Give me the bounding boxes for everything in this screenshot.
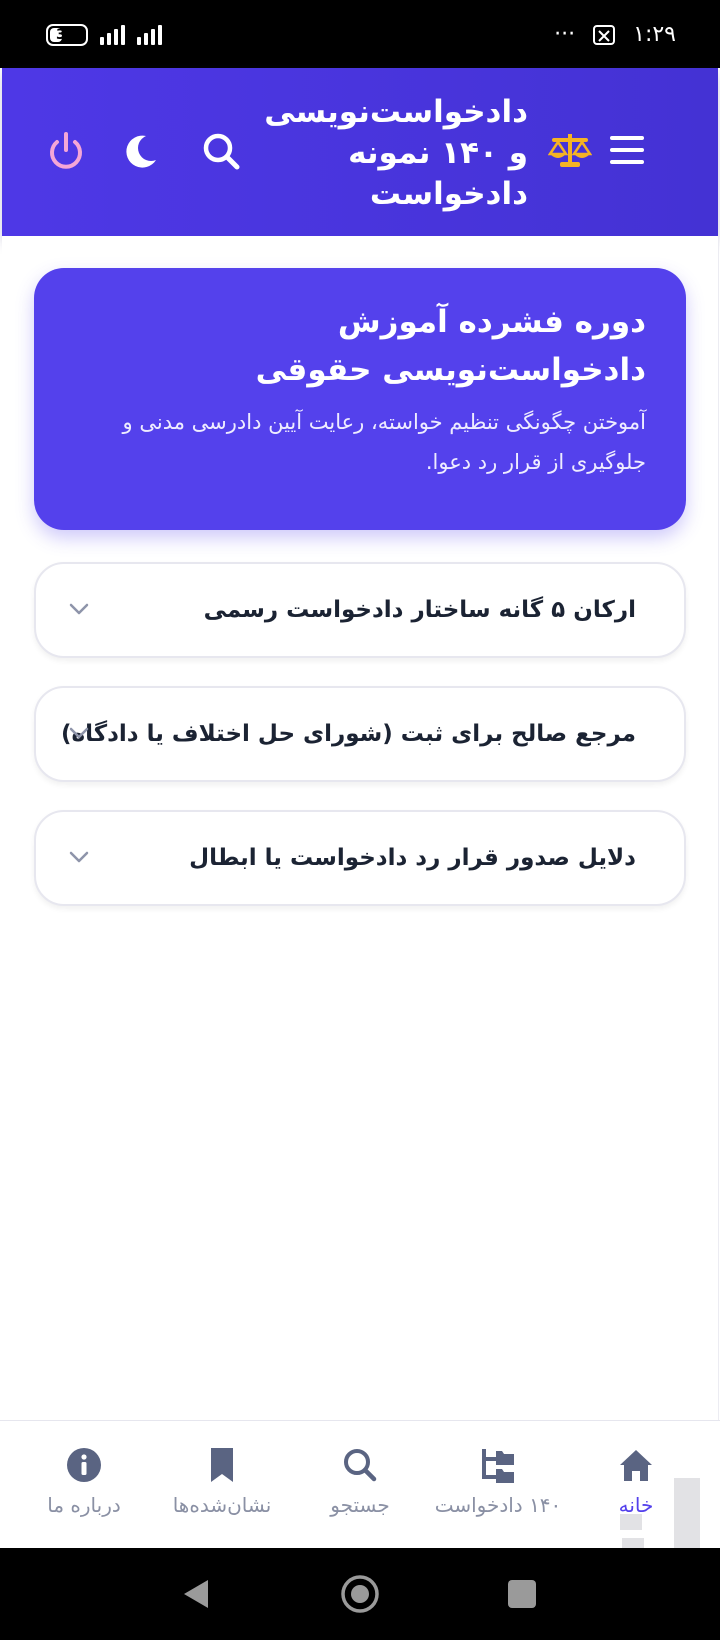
status-time: ۱:۲۹ xyxy=(633,22,676,47)
nav-about[interactable]: درباره ما xyxy=(14,1445,154,1517)
search-icon xyxy=(344,1449,377,1482)
folder-tree-icon xyxy=(482,1449,514,1483)
app-title: دادخواست‌نویسی و ۱۴۰ نمونه دادخواست xyxy=(238,92,528,215)
battery-level: 30 xyxy=(56,27,76,43)
accordion-item[interactable]: مرجع صالح برای ثبت (شورای حل اختلاف یا د… xyxy=(34,686,686,782)
chevron-down-icon xyxy=(69,851,89,863)
home-button-icon[interactable] xyxy=(340,1574,380,1614)
hero-description: آموختن چگونگی تنظیم خواسته، رعایت آیین د… xyxy=(122,410,646,474)
menu-icon[interactable] xyxy=(610,136,644,164)
accordion-item[interactable]: ارکان ۵ گانه ساختار دادخواست رسمی xyxy=(34,562,686,658)
nav-petitions-label: ۱۴۰ دادخواست xyxy=(434,1493,562,1517)
signal-icon-2 xyxy=(137,25,162,45)
signal-icon xyxy=(100,25,125,45)
bottom-nav: خانه ۱۴۰ دادخواست جستجو نشان‌شده‌ها دربا… xyxy=(0,1420,720,1549)
status-left: 30 xyxy=(46,24,162,46)
scale-icon xyxy=(548,134,592,167)
nav-search-label: جستجو xyxy=(330,1493,390,1517)
app-title-line-1: دادخواست‌نویسی xyxy=(264,94,528,130)
nav-petitions[interactable]: ۱۴۰ دادخواست xyxy=(428,1445,568,1517)
hero-title: دوره فشرده آموزش دادخواست‌نویسی حقوقی xyxy=(255,304,646,388)
nav-search[interactable]: جستجو xyxy=(290,1445,430,1517)
info-icon xyxy=(67,1448,101,1482)
nav-about-label: درباره ما xyxy=(47,1493,121,1517)
recents-icon[interactable] xyxy=(506,1578,538,1610)
notification-dots: ··· xyxy=(554,22,576,47)
bookmark-icon xyxy=(211,1448,233,1482)
status-bar: 30 ··· ۱:۲۹ xyxy=(0,0,720,68)
accordion-item[interactable]: دلایل صدور قرار رد دادخواست یا ابطال xyxy=(34,810,686,906)
nav-bookmarks-label: نشان‌شده‌ها xyxy=(172,1493,272,1517)
power-icon[interactable] xyxy=(42,128,90,176)
app-title-line-2: و ۱۴۰ نمونه xyxy=(348,135,528,171)
search-icon[interactable] xyxy=(198,128,246,176)
app-title-line-3: دادخواست xyxy=(369,176,528,212)
app-header: دادخواست‌نویسی و ۱۴۰ نمونه دادخواست xyxy=(2,68,718,236)
nav-bookmarks[interactable]: نشان‌شده‌ها xyxy=(152,1445,292,1517)
alarm-icon xyxy=(593,24,616,45)
back-icon[interactable] xyxy=(180,1576,212,1612)
accordion-label: ارکان ۵ گانه ساختار دادخواست رسمی xyxy=(203,597,636,623)
chevron-down-icon xyxy=(69,727,89,739)
chevron-down-icon xyxy=(69,603,89,615)
accordion-label: دلایل صدور قرار رد دادخواست یا ابطال xyxy=(189,845,636,871)
dark-mode-icon[interactable] xyxy=(116,128,164,176)
status-right: ··· ۱:۲۹ xyxy=(554,22,676,47)
hero-card: دوره فشرده آموزش دادخواست‌نویسی حقوقی آم… xyxy=(34,268,686,530)
battery-icon: 30 xyxy=(46,24,88,46)
system-nav-bar xyxy=(0,1548,720,1640)
accordion-label: مرجع صالح برای ثبت (شورای حل اختلاف یا د… xyxy=(61,721,636,747)
